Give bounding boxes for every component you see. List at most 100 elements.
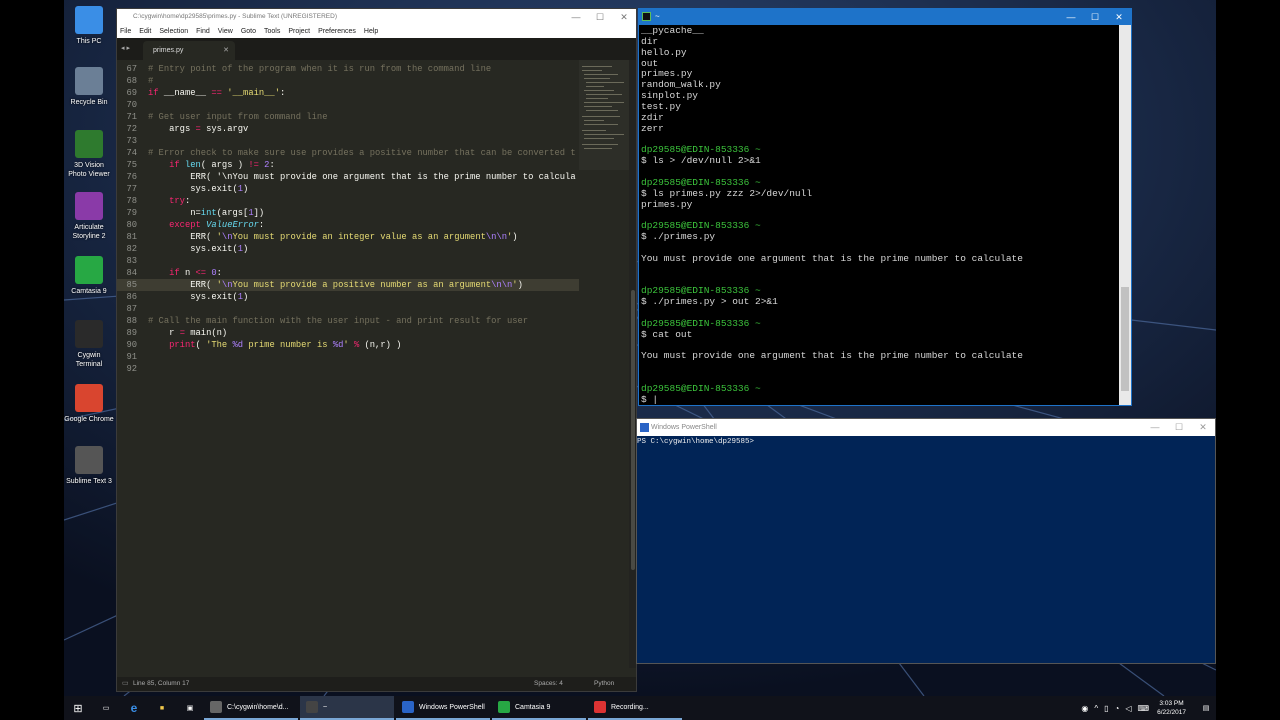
start-button[interactable]: ⊞ xyxy=(64,696,92,720)
powershell-prompt[interactable]: PS C:\cygwin\home\dp29585> xyxy=(637,437,754,447)
desktop-icon-3d-vision[interactable]: 3D Vision Photo Viewer xyxy=(64,130,114,179)
notifications-icon[interactable]: ▤ xyxy=(1196,696,1216,720)
close-icon[interactable]: ✕ xyxy=(1107,9,1131,25)
menu-project[interactable]: Project xyxy=(288,25,310,38)
line-number: 91 xyxy=(126,352,137,362)
taskbar-app-sublime[interactable]: C:\cygwin\home\d... xyxy=(204,696,298,720)
desktop: This PC Recycle Bin 3D Vision Photo Viewer… xyxy=(64,0,1216,720)
minimize-icon[interactable]: — xyxy=(564,9,588,25)
code-line: # Call the main function with the user i… xyxy=(148,316,529,326)
minimize-icon[interactable]: — xyxy=(1059,9,1083,25)
sublime-window[interactable]: C:\cygwin\home\dp29585\primes.py - Subli… xyxy=(116,8,637,692)
sublime-menubar: File Edit Selection Find View Goto Tools Projec… xyxy=(117,25,636,38)
terminal-output[interactable]: __pycache__ dir hello.py out primes.py random… xyxy=(641,26,1119,405)
terminal-line: hello.py xyxy=(641,46,687,58)
terminal-line: zdir xyxy=(641,111,664,123)
maximize-icon[interactable]: ☐ xyxy=(1167,419,1191,435)
menu-selection[interactable]: Selection xyxy=(159,25,188,38)
taskbar-app-label: Camtasia 9 xyxy=(515,703,551,711)
task-view-icon[interactable]: ▭ xyxy=(92,696,120,720)
terminal-line: $ ls > /dev/null 2>&1 xyxy=(641,155,761,167)
volume-icon[interactable]: ◁ xyxy=(1125,704,1131,713)
indent-setting[interactable]: Spaces: 4 xyxy=(534,677,563,691)
store-icon[interactable]: ▣ xyxy=(176,696,204,720)
line-number: 78 xyxy=(126,196,137,206)
taskbar-app-camtasia[interactable]: Camtasia 9 xyxy=(492,696,586,720)
terminal-prompt-line: dp29585@EDIN-853336 ~ xyxy=(641,317,761,329)
tab-nav-arrows-icon[interactable]: ◂ ▸ xyxy=(121,44,130,52)
computer-icon xyxy=(75,6,103,34)
edge-icon[interactable]: e xyxy=(120,696,148,720)
terminal-scrollbar[interactable] xyxy=(1119,25,1131,405)
desktop-icon-recycle-bin[interactable]: Recycle Bin xyxy=(64,67,114,107)
code-line: n=int(args[1]) xyxy=(148,208,265,218)
cursor-position: Line 85, Column 17 xyxy=(133,680,190,687)
keyboard-icon[interactable]: ⌨ xyxy=(1138,704,1150,713)
syntax-setting[interactable]: Python xyxy=(594,677,614,691)
code-line: sys.exit(1) xyxy=(148,292,249,302)
menu-tools[interactable]: Tools xyxy=(264,25,280,38)
close-icon[interactable]: ✕ xyxy=(612,9,636,25)
line-number: 84 xyxy=(126,268,137,278)
terminal-line: primes.py xyxy=(641,198,693,210)
file-explorer-icon[interactable]: ■ xyxy=(148,696,176,720)
close-icon[interactable]: ✕ xyxy=(1191,419,1215,435)
powershell-window[interactable]: Windows PowerShell — ☐ ✕ PS C:\cygwin\ho… xyxy=(636,418,1216,664)
line-number: 87 xyxy=(126,304,137,314)
taskbar-app-label: ~ xyxy=(323,703,328,711)
code-line: args = sys.argv xyxy=(148,124,249,134)
line-number: 68 xyxy=(126,76,137,86)
desktop-icon-cygwin[interactable]: Cygwin Terminal xyxy=(64,320,114,369)
menu-edit[interactable]: Edit xyxy=(139,25,151,38)
network-icon[interactable]: ◉ xyxy=(1081,704,1088,713)
taskbar-app-record[interactable]: Recording... xyxy=(588,696,682,720)
cygwin-terminal-window[interactable]: ~ — ☐ ✕ __pycache__ dir hello.py out primes.… xyxy=(638,8,1132,406)
line-number: 86 xyxy=(126,292,137,302)
tab-primes[interactable]: primes.py ✕ xyxy=(143,41,235,60)
close-tab-icon[interactable]: ✕ xyxy=(223,41,229,60)
sublime-titlebar[interactable]: C:\cygwin\home\dp29585\primes.py - Subli… xyxy=(117,9,636,25)
cygwin-icon xyxy=(306,701,318,713)
wifi-icon[interactable]: ◔ xyxy=(1115,704,1120,713)
terminal-line: You must provide one argument that is th… xyxy=(641,350,1023,362)
line-number: 73 xyxy=(126,136,137,146)
taskbar-app-cygwin[interactable]: ~ xyxy=(300,696,394,720)
taskbar-app-powershell[interactable]: Windows PowerShell xyxy=(396,696,490,720)
terminal-title: ~ xyxy=(655,12,660,21)
terminal-line: test.py xyxy=(641,100,681,112)
desktop-icon-computer[interactable]: This PC xyxy=(64,6,114,46)
code-editor[interactable]: 67 # Entry point of the program when it i… xyxy=(117,60,579,668)
menu-goto[interactable]: Goto xyxy=(241,25,256,38)
line-number: 80 xyxy=(126,220,137,230)
minimize-icon[interactable]: — xyxy=(1143,419,1167,435)
menu-find[interactable]: Find xyxy=(196,25,210,38)
menu-file[interactable]: File xyxy=(120,25,131,38)
camtasia-icon xyxy=(498,701,510,713)
line-number: 85 xyxy=(126,280,137,290)
desktop-icon-storyline[interactable]: Articulate Storyline 2 xyxy=(64,192,114,241)
menu-help[interactable]: Help xyxy=(364,25,378,38)
menu-preferences[interactable]: Preferences xyxy=(318,25,356,38)
menu-view[interactable]: View xyxy=(218,25,233,38)
tray-chevron-icon[interactable]: ^ xyxy=(1094,704,1098,713)
code-line: if __name__ == '__main__': xyxy=(148,88,286,98)
code-line: print( 'The %d prime number is %d' % (n,… xyxy=(169,340,402,350)
minimap[interactable] xyxy=(579,60,629,170)
clock-date: 6/22/2017 xyxy=(1157,709,1186,716)
desktop-icon-chrome[interactable]: Google Chrome xyxy=(64,384,114,424)
line-number: 83 xyxy=(126,256,137,266)
clock[interactable]: 3:03 PM 6/22/2017 xyxy=(1157,699,1186,717)
battery-icon[interactable]: ▯ xyxy=(1104,704,1108,713)
terminal-titlebar[interactable]: ~ — ☐ ✕ xyxy=(639,9,1131,25)
desktop-icon-sublime[interactable]: Sublime Text 3 xyxy=(64,446,114,486)
line-number: 82 xyxy=(126,244,137,254)
desktop-icon-camtasia[interactable]: Camtasia 9 xyxy=(64,256,114,296)
panel-icon[interactable]: ▭ xyxy=(122,677,129,691)
powershell-titlebar[interactable]: Windows PowerShell — ☐ ✕ xyxy=(637,419,1215,436)
status-bar: ▭ Line 85, Column 17 Spaces: 4 Python xyxy=(117,677,636,691)
maximize-icon[interactable]: ☐ xyxy=(588,9,612,25)
maximize-icon[interactable]: ☐ xyxy=(1083,9,1107,25)
taskbar-apps: C:\cygwin\home\d... ~ Windows PowerShell Ca… xyxy=(204,696,684,720)
record-icon xyxy=(594,701,606,713)
